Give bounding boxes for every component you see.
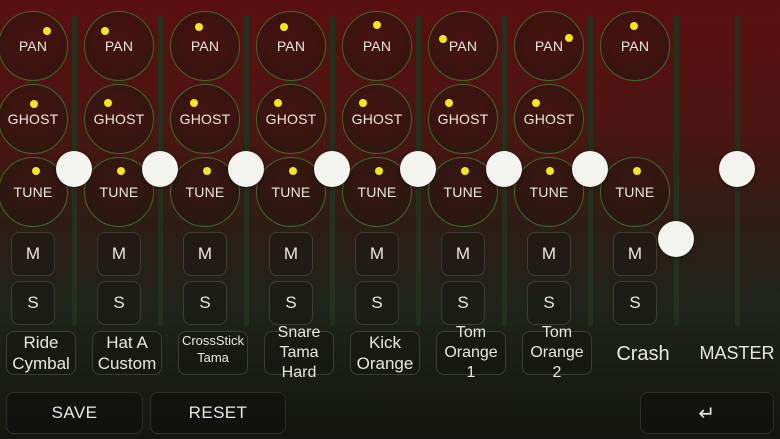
solo-button[interactable]: S [613, 281, 657, 325]
enter-icon: ↵ [698, 402, 716, 425]
volume-fader-handle[interactable] [572, 151, 608, 187]
volume-fader-handle[interactable] [486, 151, 522, 187]
ghost-label: GHOST [7, 111, 59, 127]
tune-indicator-dot [375, 167, 383, 175]
tune-indicator-dot [461, 167, 469, 175]
tune-label: TUNE [185, 184, 225, 200]
pan-indicator-dot [630, 22, 638, 30]
volume-fader-handle[interactable] [56, 151, 92, 187]
drum-mixer: PAN GHOST TUNE M S Ride Cymbal PAN GHOST TUNE M S H… [0, 0, 780, 439]
mute-button[interactable]: M [613, 232, 657, 276]
ghost-knob[interactable]: GHOST [428, 84, 498, 154]
mute-button[interactable]: M [527, 232, 571, 276]
pan-label: PAN [276, 38, 306, 54]
reset-button[interactable]: RESET [150, 392, 286, 434]
ghost-label: GHOST [265, 111, 317, 127]
ghost-knob[interactable]: GHOST [256, 84, 326, 154]
ghost-indicator-dot [359, 99, 367, 107]
mute-button[interactable]: M [11, 232, 55, 276]
mute-button[interactable]: M [355, 232, 399, 276]
pan-knob[interactable]: PAN [514, 11, 584, 81]
pan-indicator-dot [195, 23, 203, 31]
ghost-indicator-dot [30, 100, 38, 108]
channel-name: Crash [616, 343, 670, 365]
tune-indicator-dot [633, 167, 641, 175]
channel-name: Tom Orange 2 [530, 324, 584, 381]
volume-fader-track[interactable] [674, 15, 679, 326]
pan-indicator-dot [43, 27, 51, 35]
pan-indicator-dot [565, 34, 573, 42]
solo-button[interactable]: S [269, 281, 313, 325]
pan-knob[interactable]: PAN [170, 11, 240, 81]
channel-name: Tom Orange 1 [444, 324, 498, 381]
channel-name: Hat A Custom [97, 333, 157, 373]
ghost-label: GHOST [179, 111, 231, 127]
tune-label: TUNE [615, 184, 655, 200]
solo-button[interactable]: S [441, 281, 485, 325]
master-label: MASTER [699, 343, 775, 363]
pan-label: PAN [534, 38, 564, 54]
solo-button[interactable]: S [11, 281, 55, 325]
save-button[interactable]: SAVE [6, 392, 143, 434]
ghost-knob[interactable]: GHOST [170, 84, 240, 154]
mute-button[interactable]: M [441, 232, 485, 276]
volume-fader-handle[interactable] [142, 151, 178, 187]
ghost-label: GHOST [93, 111, 145, 127]
tune-label: TUNE [99, 184, 139, 200]
pan-indicator-dot [101, 27, 109, 35]
channel-name: Kick Orange [356, 333, 414, 373]
ghost-label: GHOST [351, 111, 403, 127]
solo-button[interactable]: S [183, 281, 227, 325]
ghost-indicator-dot [274, 99, 282, 107]
solo-button[interactable]: S [355, 281, 399, 325]
ghost-indicator-dot [104, 99, 112, 107]
tune-label: TUNE [529, 184, 569, 200]
pan-indicator-dot [439, 35, 447, 43]
volume-fader-handle[interactable] [314, 151, 350, 187]
tune-label: TUNE [357, 184, 397, 200]
tune-indicator-dot [289, 167, 297, 175]
ghost-label: GHOST [437, 111, 489, 127]
solo-button[interactable]: S [527, 281, 571, 325]
ghost-indicator-dot [190, 99, 198, 107]
tune-indicator-dot [32, 167, 40, 175]
enter-button[interactable]: ↵ [640, 392, 774, 434]
ghost-knob[interactable]: GHOST [342, 84, 412, 154]
pan-label: PAN [620, 38, 650, 54]
volume-fader-handle[interactable] [658, 221, 694, 257]
tune-indicator-dot [546, 167, 554, 175]
pan-knob[interactable]: PAN [84, 11, 154, 81]
tune-label: TUNE [13, 184, 53, 200]
mute-button[interactable]: M [183, 232, 227, 276]
channel-name: CrossStick Tama [181, 333, 245, 365]
ghost-indicator-dot [532, 99, 540, 107]
volume-fader-handle[interactable] [400, 151, 436, 187]
ghost-indicator-dot [445, 99, 453, 107]
ghost-knob[interactable]: GHOST [514, 84, 584, 154]
mute-button[interactable]: M [97, 232, 141, 276]
master-fader-handle[interactable] [719, 151, 755, 187]
tune-label: TUNE [443, 184, 483, 200]
ghost-label: GHOST [523, 111, 575, 127]
tune-label: TUNE [271, 184, 311, 200]
pan-label: PAN [104, 38, 134, 54]
ghost-knob[interactable]: GHOST [84, 84, 154, 154]
tune-indicator-dot [117, 167, 125, 175]
pan-knob[interactable]: PAN [256, 11, 326, 81]
channel-name: Snare Tama Hard [277, 324, 321, 381]
pan-knob[interactable]: PAN [428, 11, 498, 81]
ghost-knob[interactable]: GHOST [0, 84, 68, 154]
pan-indicator-dot [373, 21, 381, 29]
tune-indicator-dot [203, 167, 211, 175]
pan-label: PAN [190, 38, 220, 54]
pan-knob[interactable]: PAN [0, 11, 68, 81]
channel-name: Ride Cymbal [12, 333, 70, 373]
pan-label: PAN [362, 38, 392, 54]
pan-indicator-dot [280, 23, 288, 31]
pan-label: PAN [18, 38, 48, 54]
mute-button[interactable]: M [269, 232, 313, 276]
volume-fader-handle[interactable] [228, 151, 264, 187]
solo-button[interactable]: S [97, 281, 141, 325]
